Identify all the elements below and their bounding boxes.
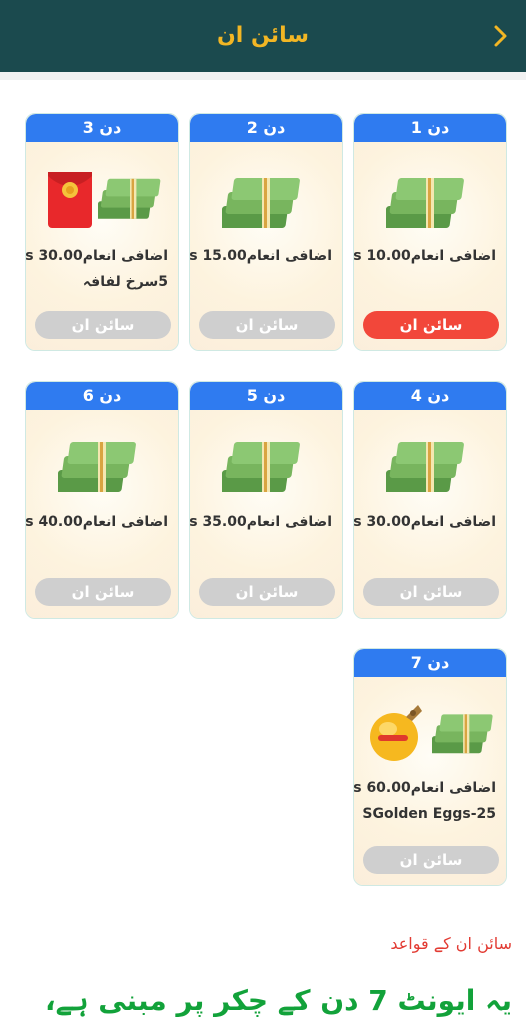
sign-in-button-day-1[interactable]: سائن ان	[363, 311, 499, 339]
day-card-1: دن 1 اضافی انعامRs 10.00 سائن ان	[353, 113, 507, 351]
reward-extra: 5سرخ لفافہ	[82, 274, 168, 290]
day-card-5: دن 5 اضافی انعامRs 35.00 سائن ان	[189, 381, 343, 619]
header-divider	[0, 72, 526, 80]
page-title: سائن ان	[217, 23, 309, 48]
day-card-6: دن 6 اضافی انعامRs 40.00 سائن ان	[25, 381, 179, 619]
sign-in-button-day-4[interactable]: سائن ان	[363, 578, 499, 606]
reward-text: اضافی انعامRs 10.00	[353, 248, 496, 264]
day-label: دن 6	[26, 382, 178, 410]
rules-text: یہ ایونٹ 7 دن کے چکر پر مبنی ہے،	[45, 984, 512, 1017]
sign-in-button-day-7[interactable]: سائن ان	[363, 846, 499, 874]
day-card-4: دن 4 اضافی انعامRs 30.00 سائن ان	[353, 381, 507, 619]
cash-bundle-icon	[98, 178, 161, 219]
rules-title: سائن ان کے قواعد	[390, 934, 512, 953]
reward-text: اضافی انعامRs 15.00	[189, 248, 332, 264]
top-bar: سائن ان	[0, 0, 526, 72]
sign-in-button-day-2[interactable]: سائن ان	[199, 311, 335, 339]
cash-bundle-icon	[386, 178, 464, 228]
day-label: دن 4	[354, 382, 506, 410]
day-card-7: دن 7 اضافی انعامRs 60.00 SGolden Eggs-25…	[353, 648, 507, 886]
sign-in-button-day-3[interactable]: سائن ان	[35, 311, 171, 339]
day-label: دن 2	[190, 114, 342, 142]
day-card-3: دن 3 اضافی انعامRs 30.00 5سرخ لفافہ سائن…	[25, 113, 179, 351]
day-label: دن 3	[26, 114, 178, 142]
sign-in-button-day-5[interactable]: سائن ان	[199, 578, 335, 606]
day-label: دن 5	[190, 382, 342, 410]
day-label: دن 7	[354, 649, 506, 677]
chevron-right-icon[interactable]	[488, 24, 512, 48]
reward-text: اضافی انعامRs 30.00	[25, 248, 168, 264]
reward-text: اضافی انعامRs 30.00	[353, 514, 496, 530]
reward-extra: SGolden Eggs-25	[362, 806, 496, 822]
red-envelope-icon	[48, 172, 92, 228]
cash-bundle-icon	[222, 442, 300, 492]
cash-bundle-icon	[432, 714, 493, 754]
reward-text: اضافی انعامRs 60.00	[353, 780, 496, 796]
cash-bundle-icon	[222, 178, 300, 228]
golden-egg-icon	[370, 705, 422, 761]
reward-text: اضافی انعامRs 35.00	[189, 514, 332, 530]
reward-text: اضافی انعامRs 40.00	[25, 514, 168, 530]
day-card-2: دن 2 اضافی انعامRs 15.00 سائن ان	[189, 113, 343, 351]
cash-bundle-icon	[386, 442, 464, 492]
sign-in-button-day-6[interactable]: سائن ان	[35, 578, 171, 606]
cash-bundle-icon	[58, 442, 136, 492]
day-label: دن 1	[354, 114, 506, 142]
